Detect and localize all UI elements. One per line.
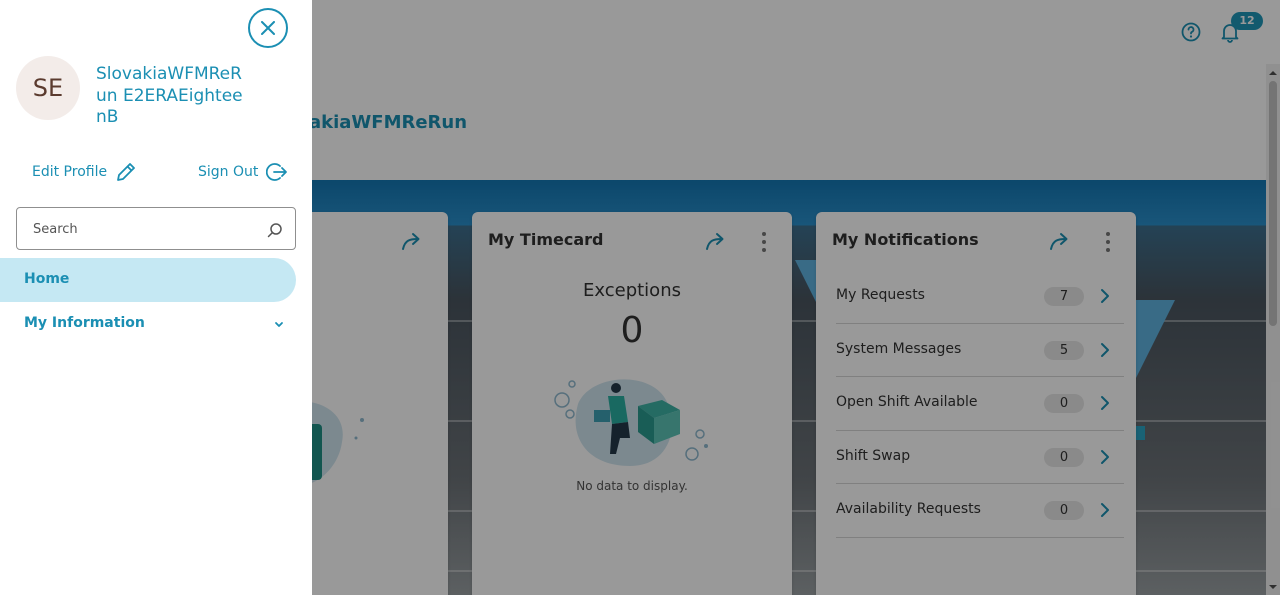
avatar: SE: [16, 56, 80, 120]
edit-profile-label: Edit Profile: [32, 164, 108, 180]
navigation-drawer: SE SlovakiaWFMReRun E2ERAEighteenB Edit …: [0, 0, 312, 595]
nav-item-home[interactable]: Home: [0, 258, 296, 302]
search-icon[interactable]: [267, 222, 283, 238]
close-icon: [261, 21, 275, 35]
sign-out-link[interactable]: Sign Out: [198, 160, 288, 184]
nav-item-label: Home: [24, 271, 70, 287]
nav-item-label: My Information: [24, 315, 145, 331]
search-field[interactable]: [16, 207, 296, 250]
user-display-name: SlovakiaWFMReRun E2ERAEighteenB: [96, 64, 243, 127]
close-drawer-button[interactable]: [248, 8, 288, 48]
pencil-icon: [117, 163, 135, 181]
nav-item-my-information[interactable]: My Information: [0, 302, 296, 346]
search-input[interactable]: [33, 218, 253, 240]
sign-out-label: Sign Out: [198, 164, 259, 180]
sign-out-icon: [266, 163, 288, 181]
chevron-down-icon[interactable]: [274, 321, 284, 329]
edit-profile-link[interactable]: Edit Profile: [32, 160, 137, 184]
